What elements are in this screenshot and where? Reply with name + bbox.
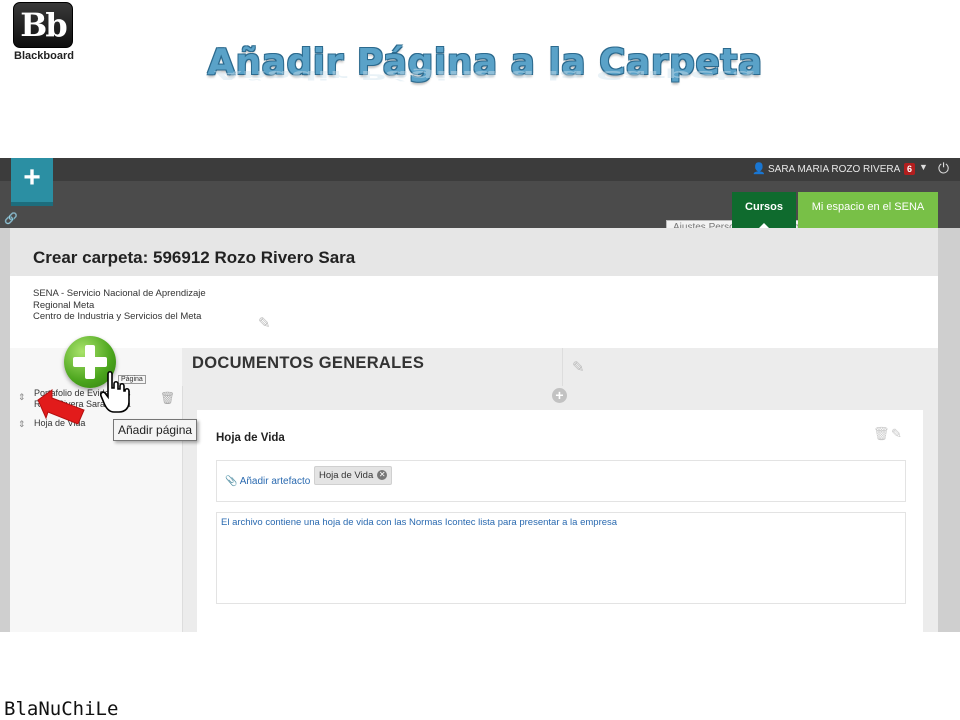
blackboard-logo: Bb Blackboard (12, 2, 76, 64)
trash-icon[interactable]: 🗑 (873, 426, 890, 442)
footer-text: BlaNuChiLe (4, 698, 119, 720)
card-title: Hoja de Vida (216, 432, 285, 444)
content-card: Hoja de Vida 🗑 ✎ 📎 Añadir artefacto Hoja… (197, 410, 923, 632)
red-arrow-icon (37, 389, 85, 425)
blackboard-logo-word: Blackboard (14, 50, 74, 62)
blackboard-logo-mark: Bb (13, 2, 73, 48)
tab-mi-espacio[interactable]: Mi espacio en el SENA (798, 192, 938, 228)
page-header: Crear carpeta: 596912 Rozo Rivero Sara (10, 228, 938, 277)
trash-icon[interactable]: 🗑 (160, 391, 175, 405)
drag-handle-icon[interactable]: ⇕ (18, 419, 26, 430)
user-icon: 👤 (752, 163, 766, 175)
drag-handle-icon[interactable]: ⇕ (18, 392, 26, 403)
pencil-icon[interactable]: ✎ (572, 358, 585, 376)
close-icon[interactable]: ✕ (377, 470, 388, 481)
chevron-down-icon[interactable]: ▼ (919, 162, 928, 172)
slide-title-reflection: Añadir Página a la Carpeta (213, 67, 757, 82)
add-page-tooltip: Añadir página (113, 419, 198, 441)
description-text: El archivo contiene una hoja de vida con… (221, 517, 618, 528)
link-icon[interactable]: 🔗 (4, 212, 18, 225)
artifact-tag-label: Hoja de Vida (319, 470, 374, 481)
add-section-icon[interactable]: + (552, 388, 567, 403)
institution-line: SENA - Servicio Nacional de Aprendizaje (33, 288, 206, 299)
power-icon[interactable]: ⏻ (938, 160, 949, 177)
top-navigation-bar: + 🔗 👤 SARA MARIA ROZO RIVERA 6 ▼ ⏻ Ajust… (0, 158, 960, 238)
description-box[interactable]: El archivo contiene una hoja de vida con… (216, 512, 906, 604)
page-title: Crear carpeta: 596912 Rozo Rivero Sara (33, 248, 356, 267)
blackboard-screenshot: + 🔗 👤 SARA MARIA ROZO RIVERA 6 ▼ ⏻ Ajust… (0, 158, 960, 632)
paperclip-icon: 📎 (225, 476, 238, 487)
notification-badge[interactable]: 6 (904, 163, 916, 175)
institution-line: Centro de Industria y Servicios del Meta (33, 311, 202, 322)
pencil-icon[interactable]: ✎ (258, 314, 271, 332)
add-artifact-link[interactable]: 📎 Añadir artefacto (225, 476, 310, 487)
tab-cursos[interactable]: Cursos (732, 192, 796, 228)
add-menu-button[interactable]: + (11, 158, 53, 206)
pencil-icon[interactable]: ✎ (891, 426, 902, 442)
institution-block: SENA - Servicio Nacional de Aprendizaje … (10, 276, 938, 348)
hand-cursor-icon (100, 370, 130, 413)
user-name[interactable]: SARA MARIA ROZO RIVERA (768, 164, 900, 175)
add-artifact-label: Añadir artefacto (239, 476, 311, 487)
artifact-tag[interactable]: Hoja de Vida ✕ (314, 466, 393, 485)
artifact-row: 📎 Añadir artefacto Hoja de Vida ✕ (216, 460, 906, 502)
section-title: DOCUMENTOS GENERALES (192, 354, 425, 372)
institution-line: Regional Meta (33, 300, 95, 311)
